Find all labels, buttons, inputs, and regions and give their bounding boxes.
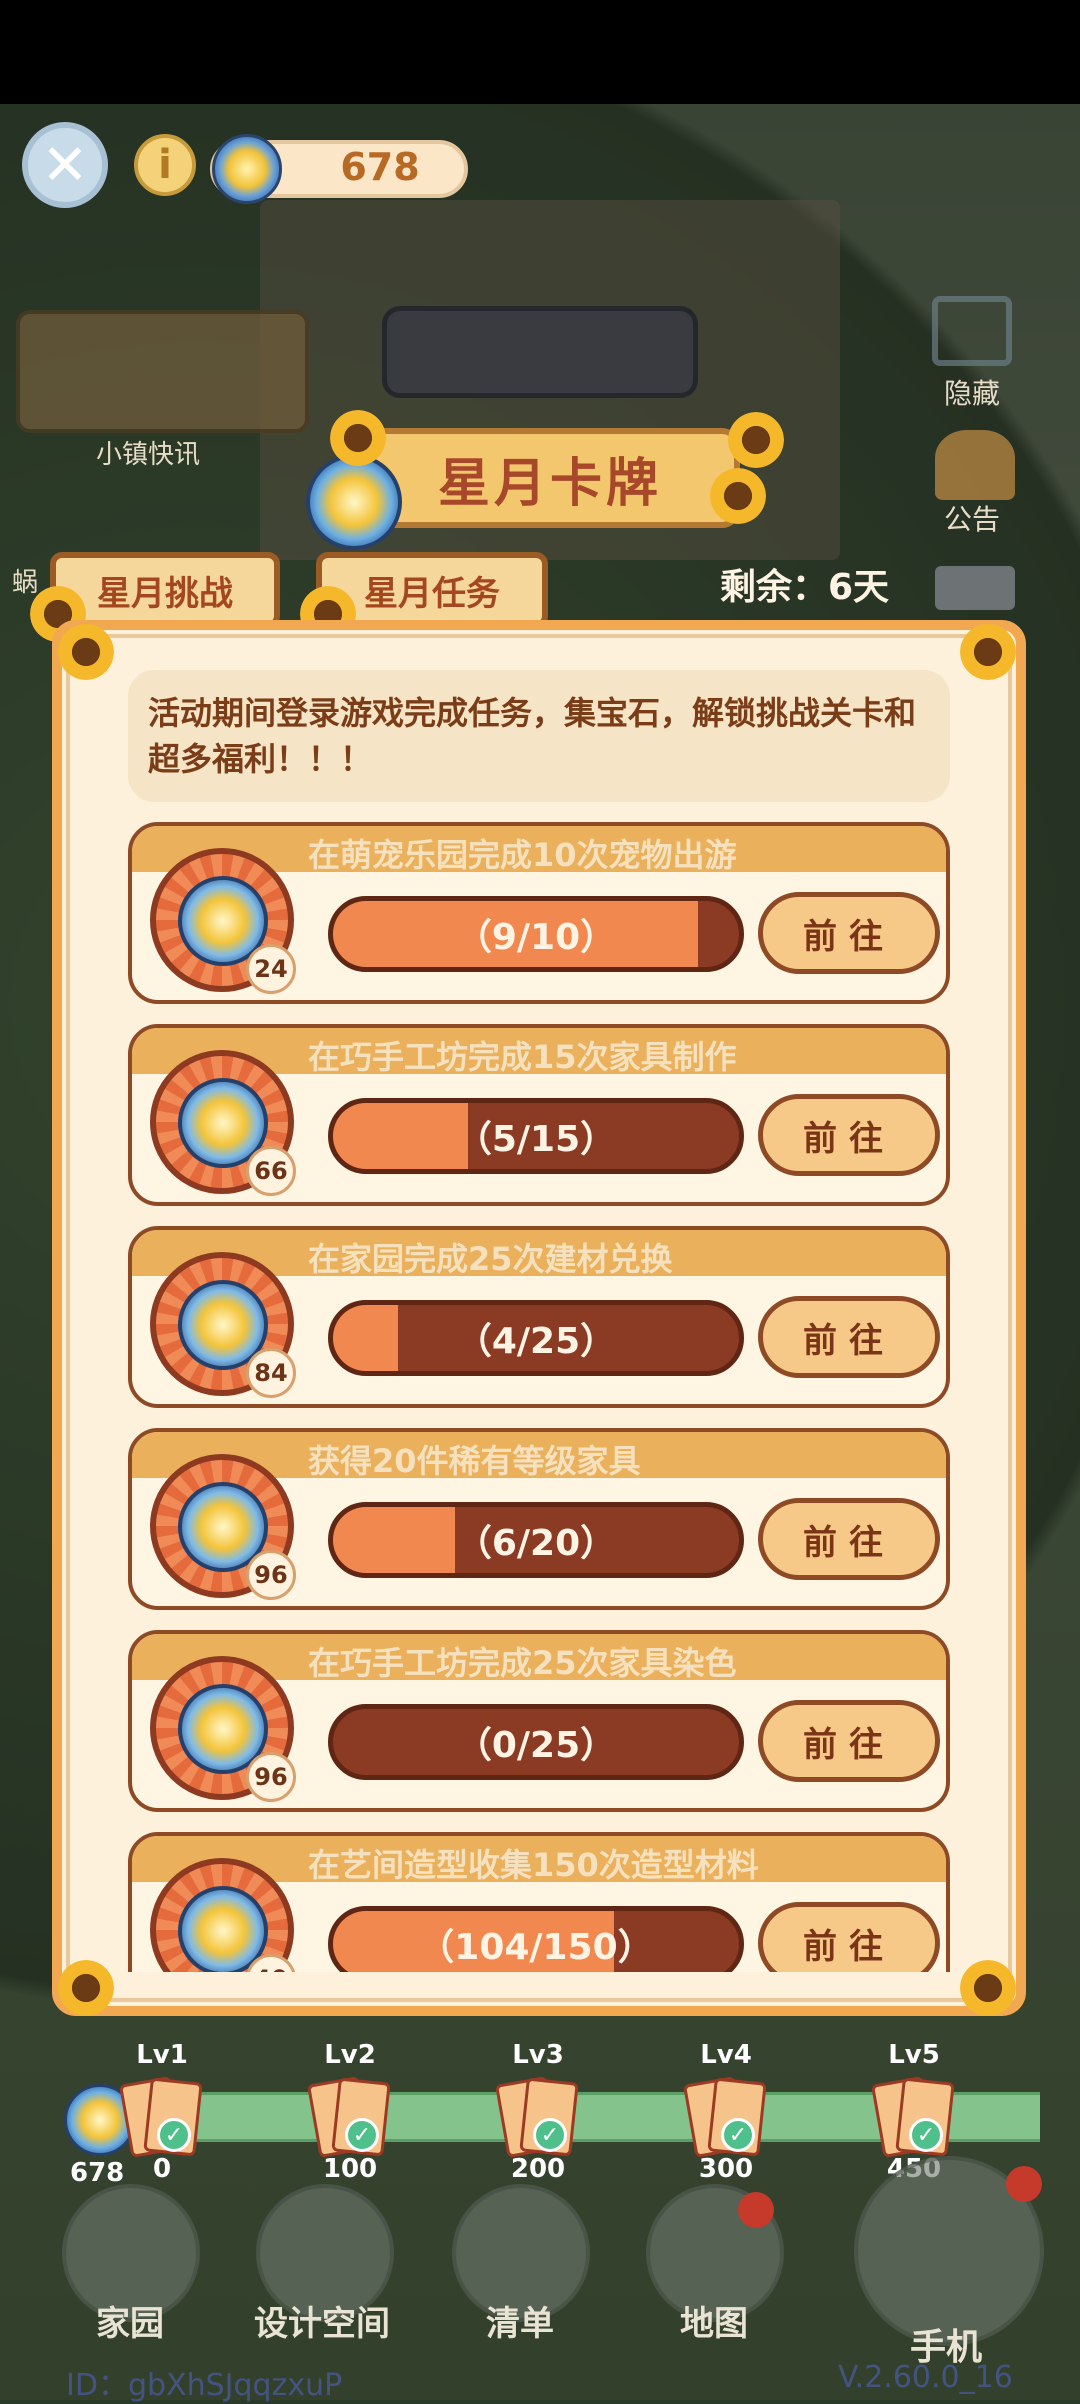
player-id: ID：gbXhSJqqzxuP — [66, 2368, 343, 2403]
check-icon: ✓ — [533, 2118, 567, 2152]
sunflower-icon — [728, 412, 784, 468]
night-sky-panel — [382, 306, 698, 398]
title-moon-gem-icon — [306, 454, 402, 550]
event-description: 活动期间登录游戏完成任务，集宝石，解锁挑战关卡和超多福利！！！ — [148, 694, 917, 778]
milestone-value: 300 — [698, 2154, 754, 2184]
task-progress-text: （9/10） — [455, 917, 617, 958]
hide-ui-icon[interactable] — [932, 296, 1012, 366]
town-news-thumbnail[interactable] — [16, 310, 309, 433]
info-icon: i — [158, 142, 172, 188]
task-progress-bar: （0/25） — [328, 1704, 744, 1780]
check-icon: ✓ — [157, 2118, 191, 2152]
nav-list-label: 清单 — [486, 2304, 554, 2344]
task-progress-text: （6/20） — [455, 1523, 617, 1564]
sunflower-icon — [960, 624, 1016, 680]
task-title: 在家园完成25次建材兑换 — [308, 1240, 673, 1278]
milestone-level-label: Lv1 — [136, 2040, 188, 2070]
milestone-level-label: Lv2 — [324, 2040, 376, 2070]
time-remaining: 剩余：6天 — [720, 567, 890, 608]
task-title: 在艺间造型收集150次造型材料 — [308, 1846, 759, 1884]
close-button[interactable]: ✕ — [22, 122, 108, 208]
task-card: 在巧手工坊完成25次家具染色 96 （0/25） 前往 — [128, 1630, 950, 1812]
sunflower-icon — [330, 410, 386, 466]
currency-value: 678 — [340, 145, 420, 189]
event-title: 星月卡牌 — [437, 453, 662, 514]
task-progress-text: （0/25） — [455, 1725, 617, 1766]
game-version: V.2.60.0_16 — [838, 2360, 1013, 2395]
go-button[interactable]: 前往 — [758, 1296, 940, 1378]
tab-label: 星月挑战 — [97, 573, 233, 614]
reward-count: 96 — [246, 1550, 296, 1600]
milestone-value: 0 — [152, 2154, 172, 2184]
go-button[interactable]: 前往 — [758, 892, 940, 974]
go-button[interactable]: 前往 — [758, 1700, 940, 1782]
side-left-label: 蜗 — [12, 568, 39, 598]
reward-count: 96 — [246, 1752, 296, 1802]
status-bar — [0, 0, 1080, 104]
milestone-level-label: Lv4 — [700, 2040, 752, 2070]
check-icon: ✓ — [345, 2118, 379, 2152]
reward-count: 66 — [246, 1146, 296, 1196]
tab-label: 星月任务 — [364, 573, 500, 614]
task-list[interactable]: 在萌宠乐园完成10次宠物出游 24 （9/10） 前往 在巧手工坊完成15次家具制作 66… — [128, 822, 950, 1972]
reward-count: 24 — [246, 944, 296, 994]
sunflower-icon — [58, 1960, 114, 2016]
milestone-level-label: Lv3 — [512, 2040, 564, 2070]
milestone-value: 100 — [322, 2154, 378, 2184]
task-title: 在萌宠乐园完成10次宠物出游 — [308, 836, 737, 874]
task-title: 在巧手工坊完成25次家具染色 — [308, 1644, 737, 1682]
reward-count: 84 — [246, 1348, 296, 1398]
notification-dot — [738, 2192, 774, 2228]
go-button[interactable]: 前往 — [758, 1498, 940, 1580]
nav-home-label: 家园 — [96, 2304, 164, 2344]
town-news-label: 小镇快讯 — [96, 440, 201, 470]
task-card: 在艺间造型收集150次造型材料40（104/150）前往 — [128, 1832, 950, 1972]
sunflower-icon — [710, 468, 766, 524]
level-milestone[interactable]: Lv2 ✓ 100 — [295, 2040, 405, 2190]
task-progress-bar: （9/10） — [328, 896, 744, 972]
task-progress-bar: （5/15） — [328, 1098, 744, 1174]
level-milestone[interactable]: Lv1 ✓ 0 — [107, 2040, 217, 2190]
info-button[interactable]: i — [134, 134, 196, 196]
event-title-banner: 星月卡牌 — [360, 428, 740, 528]
task-progress-text: （5/15） — [455, 1119, 617, 1160]
task-card: 在家园完成25次建材兑换 84 （4/25） 前往 — [128, 1226, 950, 1408]
hide-ui-label: 隐藏 — [944, 377, 1001, 410]
milestone-level-label: Lv5 — [888, 2040, 940, 2070]
check-icon: ✓ — [721, 2118, 755, 2152]
notice-label: 公告 — [944, 503, 1001, 536]
notification-dot — [1006, 2166, 1042, 2202]
go-button[interactable]: 前往 — [758, 1902, 940, 1972]
check-icon: ✓ — [909, 2118, 943, 2152]
task-progress-text: （4/25） — [455, 1321, 617, 1362]
task-card: 获得20件稀有等级家具 96 （6/20） 前往 — [128, 1428, 950, 1610]
task-title: 获得20件稀有等级家具 — [308, 1442, 641, 1480]
task-title: 在巧手工坊完成15次家具制作 — [308, 1038, 737, 1076]
level-milestone[interactable]: Lv4 ✓ 300 — [671, 2040, 781, 2190]
task-card: 在萌宠乐园完成10次宠物出游 24 （9/10） 前往 — [128, 822, 950, 1004]
go-button[interactable]: 前往 — [758, 1094, 940, 1176]
task-progress-bar: （4/25） — [328, 1300, 744, 1376]
task-progress-bar: （104/150） — [328, 1906, 744, 1972]
sunflower-icon — [960, 1960, 1016, 2016]
task-progress-bar: （6/20） — [328, 1502, 744, 1578]
sunflower-icon — [58, 624, 114, 680]
task-card: 在巧手工坊完成15次家具制作 66 （5/15） 前往 — [128, 1024, 950, 1206]
level-milestone[interactable]: Lv3 ✓ 200 — [483, 2040, 593, 2190]
milestone-value: 200 — [510, 2154, 566, 2184]
task-progress-text: （104/150） — [418, 1927, 654, 1968]
mail-icon[interactable] — [935, 566, 1015, 610]
notice-icon[interactable] — [935, 430, 1015, 500]
nav-map-label: 地图 — [680, 2304, 748, 2344]
close-icon: ✕ — [41, 132, 89, 198]
nav-design-space-label: 设计空间 — [254, 2304, 390, 2344]
moon-gem-icon — [212, 134, 282, 204]
